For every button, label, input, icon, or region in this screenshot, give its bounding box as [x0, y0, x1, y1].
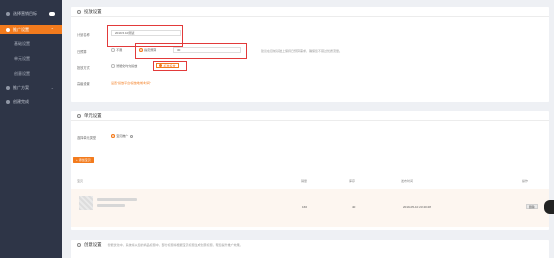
sidebar-item-plan[interactable]: 推广方案 ⌄: [0, 83, 62, 92]
plan-name-label: 计划名称: [77, 33, 90, 37]
product-thumbnail: [79, 196, 93, 210]
advanced-label: 高级设置: [77, 82, 90, 86]
sidebar-item-marketing-goal[interactable]: 选择营销目标: [0, 9, 62, 18]
plan-icon: [6, 85, 10, 90]
help-icon: [130, 134, 134, 138]
radio-label: 智能化均匀投放: [116, 64, 138, 68]
col-header-stock[interactable]: 库存: [349, 179, 355, 183]
check-icon: [6, 99, 10, 104]
delivery-smart-radio[interactable]: 智能化均匀投放: [111, 64, 137, 68]
sidebar-item-label: 推广方案: [13, 84, 29, 90]
highlight-box: [153, 61, 187, 71]
plus-icon: +: [76, 158, 78, 162]
chevron-down-icon: ⌄: [50, 85, 54, 90]
creative-hint: 智能优化中，系统将从您的商品标题中，部分标题将根据宝贝标题生成创意标题，帮您提升…: [107, 243, 243, 247]
product-price-blurred: [97, 204, 125, 207]
sidebar-sub-unit[interactable]: 单元设置: [14, 56, 30, 62]
panel-title: 单元设置: [84, 112, 102, 118]
panel-title: 创意设置: [84, 242, 102, 247]
unit-icon: [77, 113, 81, 118]
sidebar-item-label: 推广设置: [13, 26, 29, 32]
unit-type-radio[interactable]: 宝贝推广: [111, 134, 134, 138]
col-header-sales[interactable]: 销量: [301, 179, 307, 183]
panel-header: 单元设置: [71, 111, 549, 121]
sidebar-item-label: 创建完成: [13, 98, 29, 104]
cell-stock: 40: [352, 205, 356, 209]
target-icon: [6, 11, 10, 16]
chevron-up-icon: ⌃: [50, 27, 54, 32]
radio-icon: [111, 48, 115, 52]
budget-unlimited-radio[interactable]: 不限: [111, 48, 122, 52]
advanced-settings-link[interactable]: 设置"投放平台/投放地域/时间": [111, 81, 151, 85]
radio-label: 宝贝推广: [116, 134, 129, 138]
highlight-box: [135, 43, 247, 59]
table-row: [71, 189, 549, 227]
col-header-action: 操作: [522, 179, 529, 183]
unit-type-label: 选择单元类型: [77, 136, 97, 140]
panel-title: 投放设置: [84, 8, 102, 14]
budget-hint: 建议在目前基础上保持日预算需求，确保您不错过优质流量。: [261, 49, 343, 53]
col-header-item: 宝贝: [77, 179, 84, 183]
settings-icon: [77, 9, 81, 14]
add-item-button[interactable]: + 添加宝贝: [73, 157, 94, 163]
bulb-icon: [77, 243, 81, 247]
basic-settings-panel: 投放设置 计划名称 2019.5.10测试 日预算 不限 指定预算 30 建议在…: [71, 7, 549, 102]
floating-tab[interactable]: [544, 200, 554, 214]
delete-button[interactable]: 删除: [526, 204, 538, 209]
sidebar-item-promotion-settings[interactable]: 推广设置 ⌃: [0, 25, 62, 34]
settings-icon: [6, 27, 10, 32]
delivery-label: 投放方式: [77, 66, 90, 70]
sidebar-sub-basic[interactable]: 基础设置: [14, 41, 30, 47]
product-title-blurred: [97, 198, 137, 201]
budget-label: 日预算: [77, 50, 87, 54]
creative-settings-panel: 创意设置 智能优化中，系统将从您的商品标题中，部分标题将根据宝贝标题生成创意标题…: [71, 240, 549, 258]
radio-icon: [111, 64, 115, 68]
button-label: 添加宝贝: [78, 158, 91, 162]
panel-header: 创意设置 智能优化中，系统将从您的商品标题中，部分标题将根据宝贝标题生成创意标题…: [71, 240, 549, 250]
cell-publish-time: 2019-05-10 23:40:28: [403, 205, 431, 209]
unit-settings-panel: 单元设置 选择单元类型 宝贝推广 + 添加宝贝 宝贝 销量 库存 发布时间 操作…: [71, 111, 549, 230]
col-header-publish-time[interactable]: 发布时间: [401, 179, 413, 183]
sidebar-sub-creative[interactable]: 创意设置: [14, 71, 30, 77]
sidebar-item-complete[interactable]: 创建完成: [0, 97, 62, 106]
toggle-icon: [49, 11, 55, 16]
sidebar-item-label: 选择营销目标: [13, 10, 37, 16]
panel-header: 投放设置: [71, 7, 549, 17]
radio-label: 不限: [116, 48, 123, 52]
radio-selected-icon: [111, 134, 115, 138]
cell-sales: 166: [302, 205, 308, 209]
sidebar: 选择营销目标 推广设置 ⌃ 基础设置 单元设置 创意设置 推广方案 ⌄ 创建完成: [0, 0, 62, 258]
